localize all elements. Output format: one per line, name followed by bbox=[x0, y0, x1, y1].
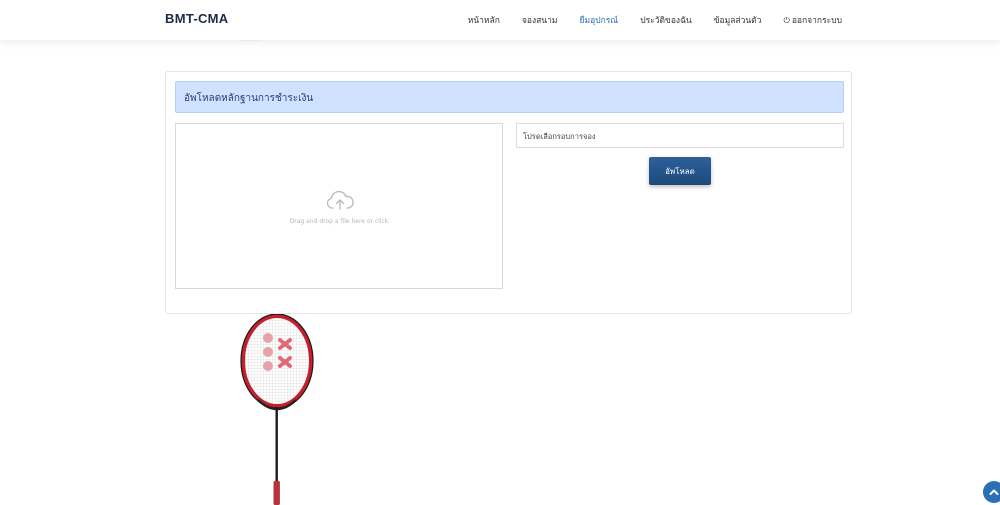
nav-item-profile[interactable]: ข้อมูลส่วนตัว bbox=[714, 13, 762, 27]
nav-item-book-court[interactable]: จองสนาม bbox=[522, 13, 558, 27]
dropzone-text: Drag and drop a file here or click bbox=[289, 218, 389, 225]
scroll-to-top-button[interactable] bbox=[983, 481, 1000, 503]
nav-item-home[interactable]: หน้าหลัก bbox=[468, 13, 500, 27]
racket-image bbox=[240, 314, 314, 505]
navbar: BMT-CMA หน้าหลัก จองสนาม ยืมอุปกรณ์ ประว… bbox=[0, 0, 1000, 40]
file-dropzone[interactable]: Drag and drop a file here or click bbox=[175, 123, 503, 289]
booking-round-select-value: โปรดเลือกรอบการจอง bbox=[523, 132, 596, 141]
upload-card: อัพโหลดหลักฐานการชำระเงิน Drag and drop … bbox=[165, 71, 852, 314]
booking-round-select[interactable]: โปรดเลือกรอบการจอง bbox=[516, 123, 844, 148]
cloud-upload-icon bbox=[326, 190, 354, 210]
nav-item-my-history[interactable]: ประวัติของฉัน bbox=[640, 13, 692, 27]
card-title: อัพโหลดหลักฐานการชำระเงิน bbox=[184, 93, 314, 104]
card-header: อัพโหลดหลักฐานการชำระเงิน bbox=[175, 81, 844, 113]
nav-divider bbox=[240, 40, 258, 41]
brand-logo[interactable]: BMT-CMA bbox=[165, 11, 228, 26]
nav-item-logout[interactable]: ⏻ ออกจากระบบ bbox=[783, 13, 842, 27]
nav-item-borrow-equipment[interactable]: ยืมอุปกรณ์ bbox=[580, 13, 619, 27]
nav-item-logout-label: ออกจากระบบ bbox=[791, 16, 842, 26]
power-icon: ⏻ bbox=[783, 16, 790, 25]
nav-menu: หน้าหลัก จองสนาม ยืมอุปกรณ์ ประวัติของฉั… bbox=[468, 13, 842, 27]
chevron-up-icon bbox=[989, 489, 999, 495]
upload-button[interactable]: อัพโหลด bbox=[649, 157, 711, 185]
